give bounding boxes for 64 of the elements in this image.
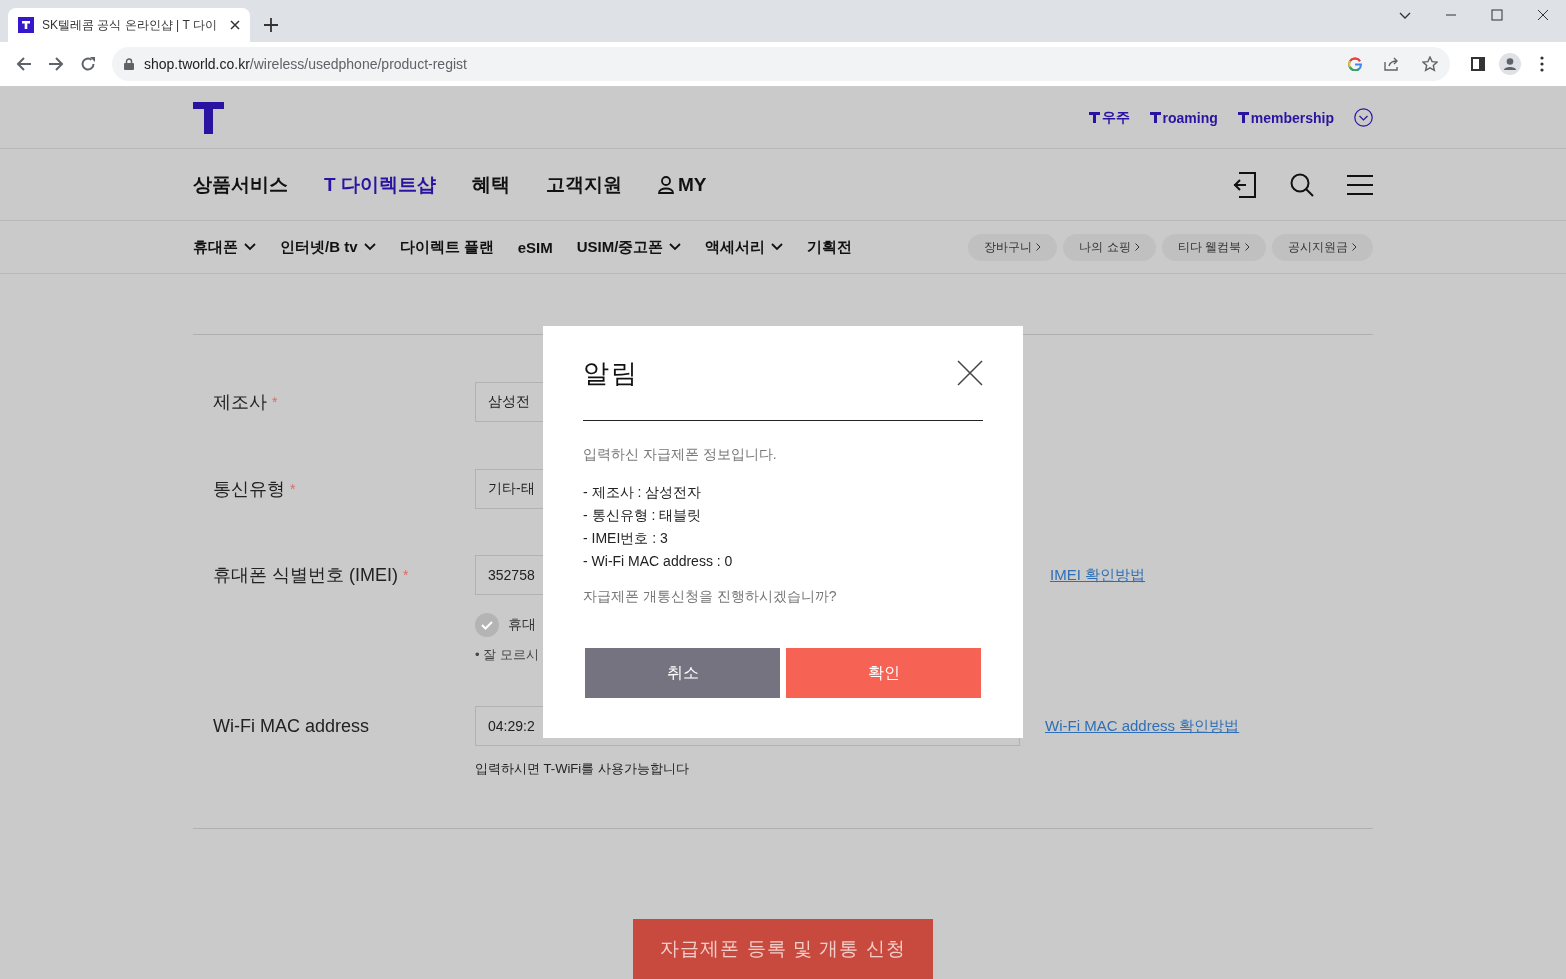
logout-icon[interactable] — [1233, 171, 1257, 198]
checkbox-label: 휴대 — [508, 616, 536, 634]
chevron-down-icon[interactable] — [1399, 12, 1411, 20]
nav-tab[interactable]: 상품서비스 — [193, 171, 288, 198]
field-label: Wi-Fi MAC address — [213, 715, 369, 737]
user-icon — [657, 175, 674, 194]
menu-item[interactable]: 다이렉트 플랜 — [399, 237, 494, 257]
note-text: • 잘 모르시 — [475, 646, 540, 664]
shortcut-chip[interactable]: 티다 웰컴북 — [1161, 233, 1266, 261]
lock-icon — [124, 58, 134, 70]
menu-item[interactable]: 기획전 — [807, 237, 853, 257]
required-mark: * — [403, 567, 409, 583]
chevron-right-icon — [1036, 243, 1042, 251]
shortcut-chip[interactable]: 공시지원금 — [1272, 233, 1373, 261]
shortcut-chip[interactable]: 장바구니 — [968, 233, 1058, 261]
dialog-title: 알림 — [583, 356, 639, 390]
t-logo-icon — [18, 17, 34, 33]
t-logo-icon — [1088, 112, 1100, 123]
chevron-right-icon — [1134, 243, 1140, 251]
close-icon[interactable] — [957, 360, 983, 386]
field-label: 통신유형 — [213, 478, 285, 501]
share-icon[interactable] — [1384, 57, 1400, 71]
required-mark: * — [272, 394, 278, 410]
menu-item[interactable]: USIM/중고폰 — [576, 237, 682, 257]
maximize-icon[interactable] — [1491, 9, 1503, 21]
menu-icon[interactable] — [1347, 174, 1373, 195]
header-link[interactable]: 우주 — [1088, 108, 1130, 127]
cancel-button[interactable]: 취소 — [585, 648, 780, 698]
detail-line: - 제조사 : 삼성전자 — [583, 483, 703, 502]
menu-item[interactable]: eSIM — [517, 238, 553, 256]
expand-icon[interactable] — [1354, 108, 1373, 127]
search-icon[interactable] — [1290, 172, 1314, 197]
detail-line: - IMEI번호 : 3 — [583, 529, 669, 548]
chevron-right-icon — [1352, 243, 1357, 251]
menu-item[interactable]: 휴대폰 — [193, 237, 256, 257]
address-bar[interactable]: shop.tworld.co.kr/wireless/usedphone/product-regist — [112, 47, 1450, 81]
header-link[interactable]: membership — [1237, 109, 1334, 126]
hint-text: 입력하시면 T-WiFi를 사용가능합니다 — [475, 760, 690, 778]
close-icon[interactable] — [1537, 9, 1549, 21]
field-label: 휴대폰 식별번호 (IMEI) — [213, 564, 398, 587]
menu-item[interactable]: 액세서리 — [705, 237, 784, 257]
shortcut-chip[interactable]: 나의 쇼핑 — [1063, 233, 1156, 261]
checkbox[interactable] — [475, 613, 499, 637]
detail-line: - 통신유형 : 태블릿 — [583, 506, 703, 525]
dialog-message: 입력하신 자급제폰 정보입니다. — [583, 446, 778, 464]
close-icon[interactable] — [230, 20, 240, 30]
browser-tab[interactable]: SK텔레콤 공식 온라인샵 | T 다이 — [8, 8, 250, 42]
logo-icon[interactable] — [193, 101, 224, 134]
nav-tab[interactable]: 고객지원 — [545, 171, 622, 198]
new-tab-icon[interactable] — [264, 18, 278, 32]
nav-tab[interactable]: MY — [657, 173, 707, 196]
t-logo-icon — [1149, 112, 1161, 123]
star-icon[interactable] — [1422, 56, 1438, 72]
chevron-right-icon — [1245, 243, 1250, 251]
detail-line: - Wi-Fi MAC address : 0 — [583, 552, 734, 571]
dialog-question: 자급제폰 개통신청을 진행하시겠습니까? — [583, 588, 838, 606]
t-logo-icon — [1237, 112, 1249, 123]
required-mark: * — [290, 481, 296, 497]
field-label: 제조사 — [213, 391, 267, 414]
nav-tab[interactable]: T 다이렉트샵 — [324, 171, 436, 198]
google-icon[interactable] — [1348, 57, 1362, 71]
header-link[interactable]: roaming — [1149, 109, 1218, 126]
nav-tab[interactable]: 혜택 — [471, 171, 510, 198]
menu-item[interactable]: 인터넷/B tv — [280, 237, 376, 257]
